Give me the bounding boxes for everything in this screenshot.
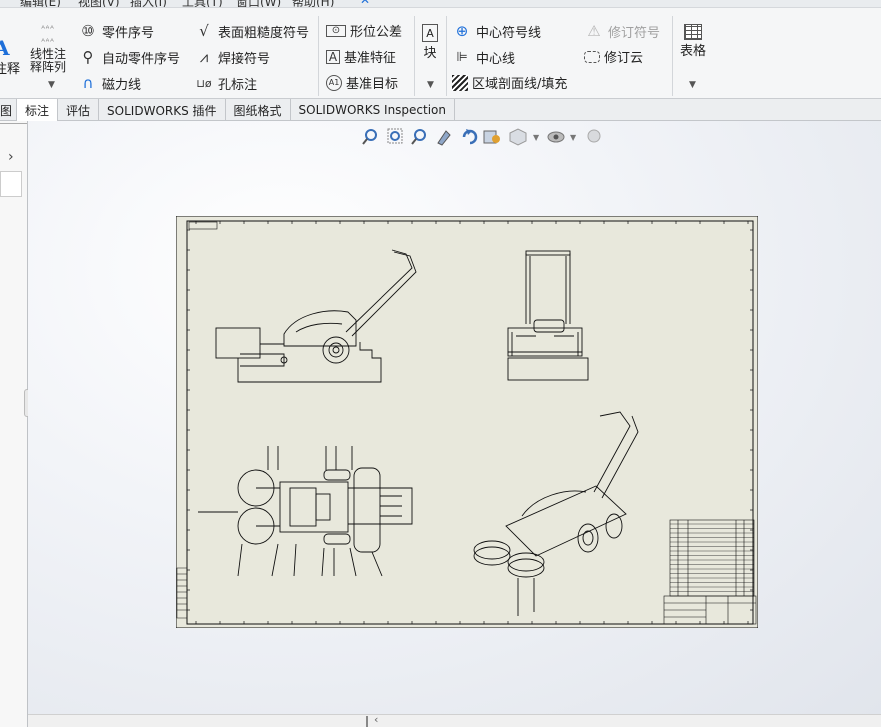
expand-panel-chevron-icon[interactable]: › bbox=[8, 149, 14, 165]
command-manager-tabs: 图 标注 评估 SOLIDWORKS 插件 图纸格式 SOLIDWORKS In… bbox=[0, 99, 881, 121]
scrollbar-divider bbox=[366, 716, 368, 727]
revision-cloud-icon bbox=[584, 50, 600, 63]
ribbon-separator bbox=[414, 16, 415, 96]
horizontal-scrollbar[interactable]: ‹ bbox=[28, 713, 881, 727]
command-manager-ribbon: A 注释 ᴬᴬᴬ ᴬᴬᴬ 线性注 释阵列 ▼ ⑩ 零件序号 ⚲ 自动零件序号 ∩ … bbox=[0, 8, 881, 99]
pan-icon[interactable] bbox=[437, 130, 451, 146]
magnetic-line-button[interactable]: ∩ 磁力线 bbox=[78, 73, 142, 93]
rotate-icon[interactable] bbox=[462, 129, 478, 145]
menu-help[interactable]: 帮助(H) bbox=[292, 0, 334, 7]
hide-show-caret-icon[interactable]: ▼ bbox=[570, 133, 577, 142]
appearance-icon[interactable] bbox=[587, 129, 601, 143]
auto-balloon-icon: ⚲ bbox=[82, 48, 94, 66]
zoom-to-fit-icon[interactable] bbox=[362, 129, 377, 145]
blocks-dropdown-caret-icon[interactable]: ▼ bbox=[427, 80, 434, 90]
centerline-button[interactable]: ⊫ 中心线 bbox=[452, 47, 515, 67]
center-mark-icon: ⊕ bbox=[455, 22, 469, 40]
weld-icon: ⩘ bbox=[199, 48, 209, 66]
note-dropdown-caret-icon[interactable]: ▼ bbox=[48, 80, 55, 90]
block-icon: A bbox=[422, 24, 438, 42]
graphics-area[interactable]: ▼ ▼ ◧ ◨ bbox=[28, 121, 881, 714]
tab-annotation[interactable]: 标注 bbox=[17, 99, 59, 121]
display-style-icon[interactable] bbox=[509, 128, 527, 146]
table-icon bbox=[684, 24, 702, 40]
surface-finish-icon: √ bbox=[199, 22, 209, 40]
weld-symbol-button[interactable]: ⩘ 焊接符号 bbox=[194, 47, 270, 67]
menu-edit[interactable]: 编辑(E) bbox=[20, 0, 61, 7]
ribbon-separator bbox=[672, 16, 673, 96]
pin-icon[interactable]: ✕ bbox=[360, 0, 370, 7]
center-mark-button[interactable]: ⊕ 中心符号线 bbox=[452, 21, 541, 41]
hole-callout-icon: ⊔ø bbox=[196, 76, 212, 90]
display-style-caret-icon[interactable]: ▼ bbox=[533, 133, 540, 142]
tab-inspection[interactable]: SOLIDWORKS Inspection bbox=[291, 99, 456, 121]
hide-show-icon[interactable] bbox=[547, 131, 565, 143]
zoom-in-out-icon[interactable] bbox=[411, 129, 426, 145]
panel-divider bbox=[0, 123, 27, 124]
revision-cloud-button[interactable]: 修订云 bbox=[584, 47, 643, 66]
tab-evaluate[interactable]: 评估 bbox=[58, 99, 100, 121]
menu-window[interactable]: 窗口(W) bbox=[236, 0, 281, 7]
menu-bar: 编辑(E) 视图(V) 插入(I) 工具(T) 窗口(W) 帮助(H) ✕ bbox=[0, 0, 881, 8]
datum-feature-button[interactable]: A 基准特征 bbox=[326, 47, 396, 66]
menu-tools[interactable]: 工具(T) bbox=[182, 0, 223, 7]
balloon-button[interactable]: ⑩ 零件序号 bbox=[78, 21, 154, 41]
zoom-to-area-icon[interactable] bbox=[387, 128, 403, 144]
note-button[interactable]: A 注释 bbox=[0, 38, 20, 77]
scroll-left-arrow-icon[interactable]: ‹ bbox=[374, 713, 378, 726]
geometric-tolerance-icon: ⊙ bbox=[326, 24, 346, 37]
centerline-icon: ⊫ bbox=[456, 49, 468, 65]
hole-callout-button[interactable]: ⊔ø 孔标注 bbox=[194, 73, 257, 93]
ribbon-separator bbox=[318, 16, 319, 96]
auto-balloon-button[interactable]: ⚲ 自动零件序号 bbox=[78, 47, 181, 67]
ribbon-separator bbox=[446, 16, 447, 96]
blocks-button[interactable]: A 块 bbox=[422, 24, 438, 61]
tab-view-layout[interactable]: 图 bbox=[0, 99, 18, 121]
menu-view[interactable]: 视图(V) bbox=[78, 0, 120, 7]
tab-sheet-format[interactable]: 图纸格式 bbox=[226, 99, 291, 121]
balloon-icon: ⑩ bbox=[81, 22, 95, 40]
revision-symbol-button[interactable]: ⚠ 修订符号 bbox=[584, 21, 660, 41]
warning-triangle-icon: ⚠ bbox=[587, 22, 601, 40]
tables-dropdown-caret-icon[interactable]: ▼ bbox=[689, 80, 696, 90]
heads-up-view-toolbar: ▼ ▼ bbox=[362, 128, 601, 146]
hatch-icon bbox=[452, 74, 468, 91]
panel-tab[interactable] bbox=[0, 171, 22, 197]
datum-feature-icon: A bbox=[326, 49, 340, 64]
section-view-icon[interactable] bbox=[483, 130, 500, 144]
tab-addins[interactable]: SOLIDWORKS 插件 bbox=[99, 99, 226, 121]
datum-target-icon: A1 bbox=[326, 74, 342, 91]
linear-note-pattern-button[interactable]: ᴬᴬᴬ ᴬᴬᴬ 线性注 释阵列 bbox=[30, 22, 66, 74]
magnet-icon: ∩ bbox=[82, 74, 94, 92]
tables-button[interactable]: 表格 bbox=[680, 24, 706, 59]
linear-pattern-icon: ᴬᴬᴬ ᴬᴬᴬ bbox=[41, 24, 55, 46]
geometric-tolerance-button[interactable]: ⊙ 形位公差 bbox=[326, 21, 402, 40]
menu-insert[interactable]: 插入(I) bbox=[130, 0, 167, 7]
feature-manager-panel: › bbox=[0, 121, 34, 727]
area-hatch-button[interactable]: 区域剖面线/填充 bbox=[452, 73, 567, 92]
surface-finish-button[interactable]: √ 表面粗糙度符号 bbox=[194, 21, 309, 41]
datum-target-button[interactable]: A1 基准目标 bbox=[326, 73, 398, 92]
drawing-sheet[interactable] bbox=[176, 216, 758, 628]
note-icon: A bbox=[0, 36, 10, 60]
sheet-background bbox=[176, 216, 758, 628]
